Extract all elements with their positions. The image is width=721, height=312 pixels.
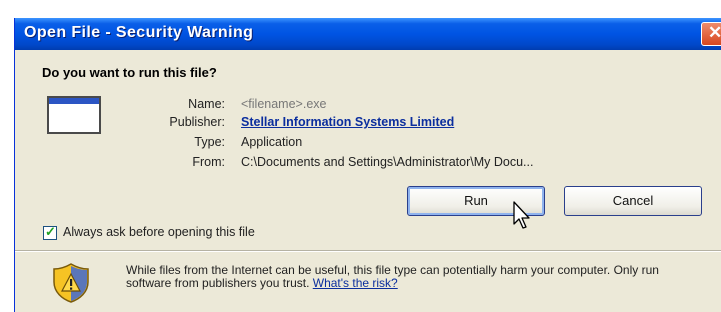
publisher-link[interactable]: Stellar Information Systems Limited [241, 115, 454, 129]
close-icon: ✕ [708, 23, 721, 42]
icon-titlebar-strip [49, 98, 99, 104]
window-title: Open File - Security Warning [24, 24, 254, 41]
security-warning-dialog: Open File - Security Warning ✕ Do you wa… [14, 18, 721, 312]
mouse-pointer-icon [513, 201, 530, 229]
publisher-label: Publisher: [169, 115, 225, 129]
from-label: From: [192, 155, 225, 169]
name-value: <filename>.exe [241, 97, 327, 111]
type-value: Application [241, 135, 303, 149]
application-window-icon [47, 96, 101, 134]
security-shield-icon [53, 263, 89, 303]
from-value: C:\Documents and Settings\Administrator\… [241, 155, 534, 169]
title-bar[interactable]: Open File - Security Warning ✕ [15, 18, 721, 50]
dialog-question: Do you want to run this file? [42, 65, 217, 80]
whats-the-risk-link[interactable]: What's the risk? [313, 276, 398, 290]
always-ask-checkbox[interactable]: ✓ [43, 224, 57, 240]
close-button[interactable]: ✕ [701, 22, 721, 46]
type-label: Type: [194, 135, 225, 149]
warning-message: While files from the Internet can be use… [126, 264, 686, 290]
divider [15, 250, 721, 252]
checkmark-icon: ✓ [45, 224, 56, 239]
name-label: Name: [188, 97, 225, 111]
always-ask-label[interactable]: Always ask before opening this file [63, 225, 255, 239]
cancel-button[interactable]: Cancel [564, 186, 702, 216]
